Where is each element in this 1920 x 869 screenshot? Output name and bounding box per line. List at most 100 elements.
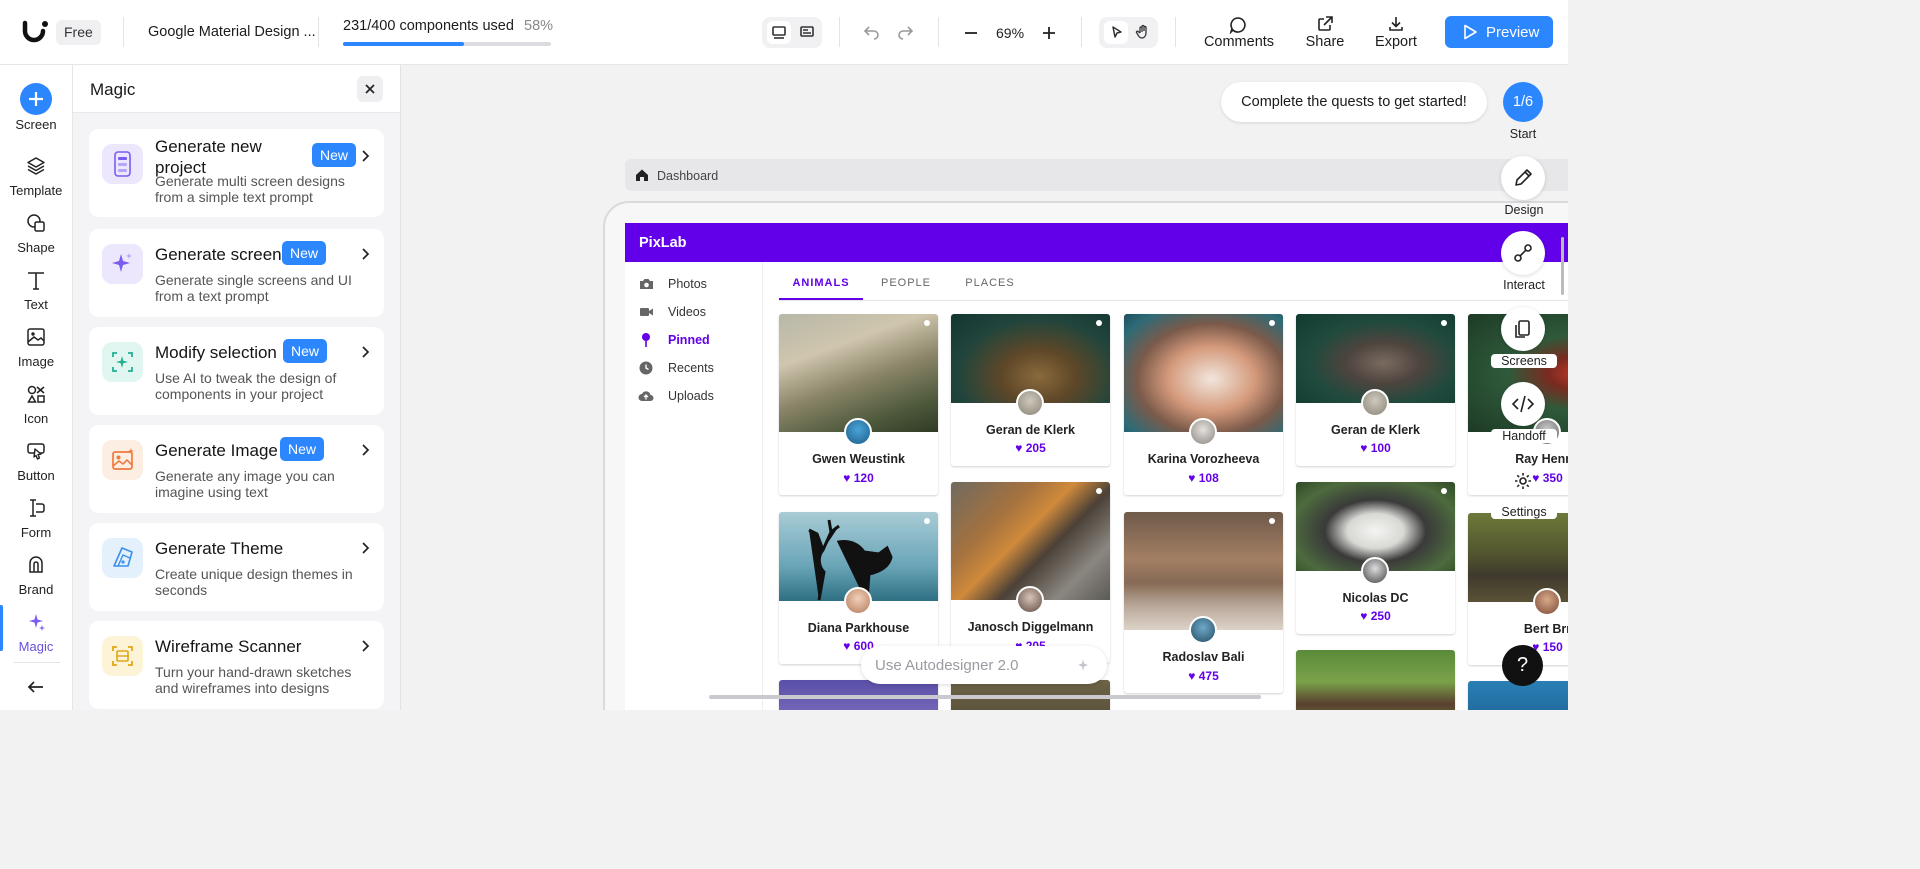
card-description: Generate multi screen designs from a sim… bbox=[155, 173, 345, 205]
zoom-out-icon[interactable] bbox=[962, 24, 980, 42]
zoom-in-icon[interactable] bbox=[1040, 24, 1058, 42]
heart-icon[interactable]: ♥ bbox=[1360, 609, 1367, 623]
photographer-name: Diana Parkhouse bbox=[807, 621, 910, 635]
photographer-name: Janosch Diggelmann bbox=[967, 620, 1094, 634]
brand-icon bbox=[29, 556, 43, 573]
heart-icon[interactable]: ♥ bbox=[843, 639, 850, 653]
quest-progress-button[interactable]: 1/6 bbox=[1503, 82, 1543, 122]
rail-item-template[interactable]: Template bbox=[0, 149, 72, 199]
tab-animals[interactable]: ANIMALS bbox=[779, 265, 863, 300]
nav-item-videos[interactable]: Videos bbox=[625, 302, 762, 324]
usage-progress-bar bbox=[343, 42, 551, 46]
project-name[interactable]: Google Material Design ... bbox=[148, 24, 316, 40]
heart-icon[interactable]: ♥ bbox=[843, 471, 850, 485]
rail-label: Screen bbox=[15, 117, 57, 132]
magic-card-generate-screen[interactable]: Generate screen Generate single screens … bbox=[89, 229, 384, 317]
magic-card-generate-project[interactable]: Generate new project Generate multi scre… bbox=[89, 129, 384, 217]
help-button[interactable]: ? bbox=[1502, 645, 1543, 686]
photo-card[interactable]: Diana Parkhouse ♥ 600 bbox=[779, 512, 938, 664]
photo-card[interactable]: Gwen Weustink ♥ 120 bbox=[779, 314, 938, 495]
rail-item-magic[interactable]: Magic bbox=[0, 605, 72, 655]
tab-places[interactable]: PLACES bbox=[953, 265, 1027, 300]
magic-card-wireframe-scanner[interactable]: Wireframe Scanner Turn your hand-drawn s… bbox=[89, 621, 384, 709]
design-canvas[interactable]: Complete the quests to get started! 1/6 … bbox=[401, 65, 1568, 710]
pin-icon[interactable] bbox=[1269, 320, 1275, 326]
heart-icon[interactable]: ♥ bbox=[1188, 471, 1195, 485]
screens-tool-button[interactable] bbox=[1501, 307, 1545, 351]
heart-icon[interactable]: ♥ bbox=[1360, 441, 1367, 455]
autodesigner-input[interactable]: Use Autodesigner 2.0 bbox=[861, 646, 1107, 684]
layers-view-icon[interactable] bbox=[795, 21, 819, 44]
photo-card[interactable]: Janosch Diggelmann ♥ 205 bbox=[951, 482, 1110, 663]
pin-icon[interactable] bbox=[1096, 488, 1102, 494]
pin-icon[interactable] bbox=[924, 518, 930, 524]
nav-item-photos[interactable]: Photos bbox=[625, 274, 762, 296]
undo-icon[interactable] bbox=[863, 23, 881, 41]
start-label: Start bbox=[1509, 127, 1537, 141]
comment-icon bbox=[1229, 17, 1246, 34]
magic-card-generate-image[interactable]: Generate Image Generate any image you ca… bbox=[89, 425, 384, 513]
rail-label: Shape bbox=[17, 240, 55, 255]
app-scrollbar[interactable] bbox=[1561, 237, 1564, 295]
photo-card[interactable]: Geran de Klerk ♥ 100 bbox=[1296, 314, 1455, 466]
export-button[interactable]: Export bbox=[1371, 14, 1421, 54]
pin-icon[interactable] bbox=[1269, 518, 1275, 524]
handoff-tool-button[interactable] bbox=[1501, 382, 1545, 426]
rail-item-shape[interactable]: Shape bbox=[0, 206, 72, 256]
screen-breadcrumb-bar[interactable]: Dashboard bbox=[625, 159, 1568, 191]
rail-item-text[interactable]: Text bbox=[0, 263, 72, 313]
photo-card[interactable]: Bert Brr ♥ 150 bbox=[1468, 513, 1568, 665]
tab-label: PEOPLE bbox=[880, 277, 932, 289]
magic-card-modify-selection[interactable]: Modify selection Use AI to tweak the des… bbox=[89, 327, 384, 415]
rail-item-brand[interactable]: Brand bbox=[0, 548, 72, 598]
heart-icon[interactable]: ♥ bbox=[1188, 669, 1195, 683]
interact-tool-button[interactable] bbox=[1501, 231, 1545, 275]
app-screen[interactable]: PixLab Photos Videos Pinned Recents Uplo… bbox=[625, 223, 1568, 710]
design-tool-button[interactable] bbox=[1501, 156, 1545, 200]
likes-value: 120 bbox=[853, 471, 874, 485]
redo-icon[interactable] bbox=[896, 23, 914, 41]
comments-button[interactable]: Comments bbox=[1199, 14, 1279, 54]
hand-tool-icon[interactable] bbox=[1131, 21, 1155, 44]
photographer-name: Geran de Klerk bbox=[986, 423, 1075, 437]
quest-banner[interactable]: Complete the quests to get started! bbox=[1221, 82, 1487, 122]
magic-card-generate-theme[interactable]: Generate Theme Create unique design them… bbox=[89, 523, 384, 611]
nav-item-pinned[interactable]: Pinned bbox=[625, 330, 762, 352]
pin-icon[interactable] bbox=[1441, 488, 1447, 494]
rail-item-screen[interactable]: Screen bbox=[0, 83, 72, 133]
photo-monkey bbox=[1124, 512, 1283, 630]
copy-icon bbox=[1515, 320, 1530, 338]
canvas-horizontal-scrollbar[interactable] bbox=[709, 695, 1261, 699]
rail-divider bbox=[14, 662, 60, 663]
card-description: Generate any image you can imagine using… bbox=[155, 468, 335, 500]
likes-value: 205 bbox=[1025, 441, 1046, 455]
collapse-arrow-icon[interactable] bbox=[26, 678, 46, 696]
photo-card[interactable] bbox=[1296, 650, 1455, 710]
rail-item-form[interactable]: Form bbox=[0, 491, 72, 541]
zoom-level[interactable]: 69% bbox=[996, 25, 1024, 41]
close-panel-button[interactable] bbox=[357, 76, 383, 102]
nav-item-recents[interactable]: Recents bbox=[625, 358, 762, 380]
like-count: ♥ 100 bbox=[1296, 441, 1455, 455]
pin-icon[interactable] bbox=[1441, 320, 1447, 326]
photo-card[interactable]: Karina Vorozheeva ♥ 108 bbox=[1124, 314, 1283, 495]
rail-item-icon[interactable]: Icon bbox=[0, 377, 72, 427]
select-tool-icon[interactable] bbox=[1104, 21, 1128, 44]
rail-item-button[interactable]: Button bbox=[0, 434, 72, 484]
rail-item-image[interactable]: Image bbox=[0, 320, 72, 370]
heart-icon[interactable]: ♥ bbox=[1015, 441, 1022, 455]
nav-item-uploads[interactable]: Uploads bbox=[625, 386, 762, 408]
generate-project-icon bbox=[102, 144, 143, 184]
pin-icon[interactable] bbox=[924, 320, 930, 326]
uizard-logo[interactable] bbox=[22, 19, 50, 45]
settings-tool-button[interactable] bbox=[1509, 467, 1537, 495]
photo-card[interactable]: Geran de Klerk ♥ 205 bbox=[951, 314, 1110, 466]
photo-card[interactable]: Radoslav Bali ♥ 475 bbox=[1124, 512, 1283, 693]
tab-people[interactable]: PEOPLE bbox=[869, 265, 943, 300]
cloud-upload-icon bbox=[638, 391, 654, 401]
pin-icon[interactable] bbox=[1096, 320, 1102, 326]
preview-button[interactable]: Preview bbox=[1445, 16, 1553, 48]
desktop-view-icon[interactable] bbox=[767, 21, 791, 44]
share-button[interactable]: Share bbox=[1300, 14, 1350, 54]
photo-card[interactable]: Nicolas DC ♥ 250 bbox=[1296, 482, 1455, 634]
